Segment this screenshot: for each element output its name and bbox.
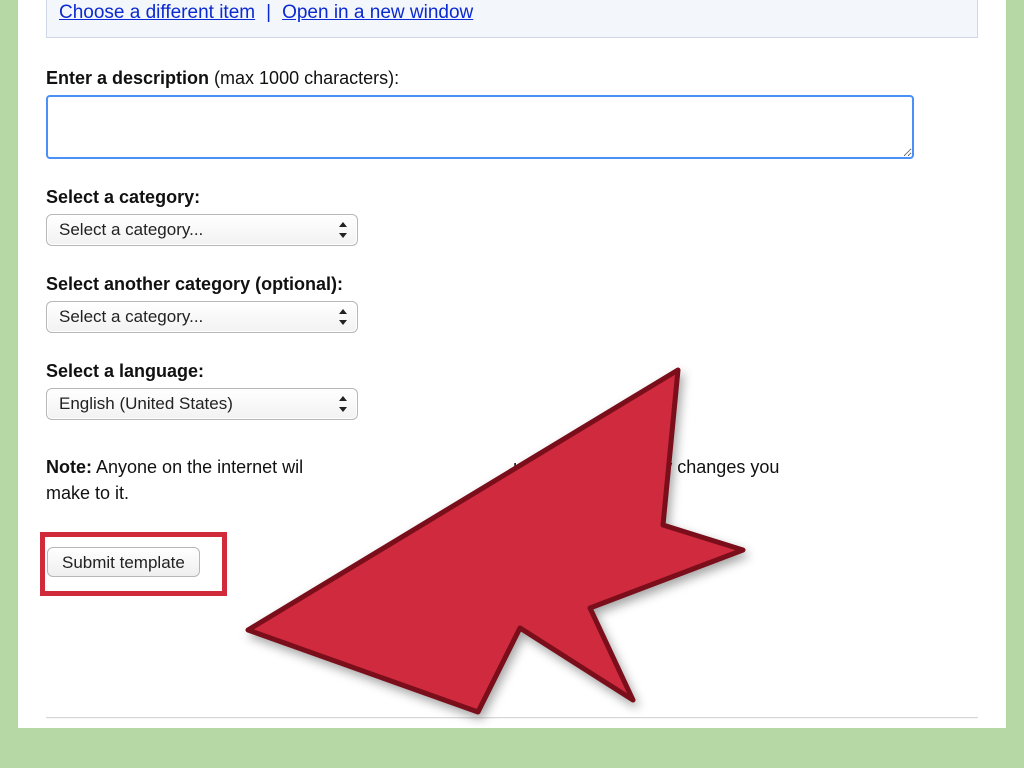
form-page: Choose a different item | Open in a new … — [18, 0, 1006, 728]
updown-icon — [337, 222, 349, 238]
public-note: Note: Anyone on the internet wil ur temp… — [46, 454, 926, 506]
description-section: Enter a description (max 1000 characters… — [46, 68, 978, 159]
note-prefix: Note: — [46, 457, 92, 477]
description-label-bold: Enter a description — [46, 68, 209, 88]
description-label-rest: (max 1000 characters): — [209, 68, 399, 88]
category2-select-value: Select a category... — [59, 307, 203, 326]
note-text-1a: Anyone on the internet wil — [92, 457, 303, 477]
category2-section: Select another category (optional): Sele… — [46, 274, 978, 333]
category-select-value: Select a category... — [59, 220, 203, 239]
category-select[interactable]: Select a category... — [46, 214, 358, 246]
submit-template-button[interactable]: Submit template — [47, 547, 200, 577]
note-text-1b: ur template and any changes you — [513, 457, 779, 477]
language-label: Select a language: — [46, 361, 978, 382]
language-select-value: English (United States) — [59, 394, 233, 413]
link-separator: | — [260, 2, 277, 23]
category2-select[interactable]: Select a category... — [46, 301, 358, 333]
form-content: Enter a description (max 1000 characters… — [18, 68, 1006, 596]
category-label: Select a category: — [46, 187, 978, 208]
submit-highlight-box: Submit template — [40, 532, 227, 596]
category-section: Select a category: Select a category... — [46, 187, 978, 246]
choose-different-item-link[interactable]: Choose a different item — [59, 2, 255, 23]
item-picker-bar: Choose a different item | Open in a new … — [46, 0, 978, 38]
bottom-divider — [46, 717, 978, 718]
updown-icon — [337, 396, 349, 412]
updown-icon — [337, 309, 349, 325]
category2-label: Select another category (optional): — [46, 274, 978, 295]
language-section: Select a language: English (United State… — [46, 361, 978, 420]
note-text-2: make to it. — [46, 483, 129, 503]
open-new-window-link[interactable]: Open in a new window — [282, 2, 473, 23]
description-textarea[interactable] — [46, 95, 914, 159]
language-select[interactable]: English (United States) — [46, 388, 358, 420]
